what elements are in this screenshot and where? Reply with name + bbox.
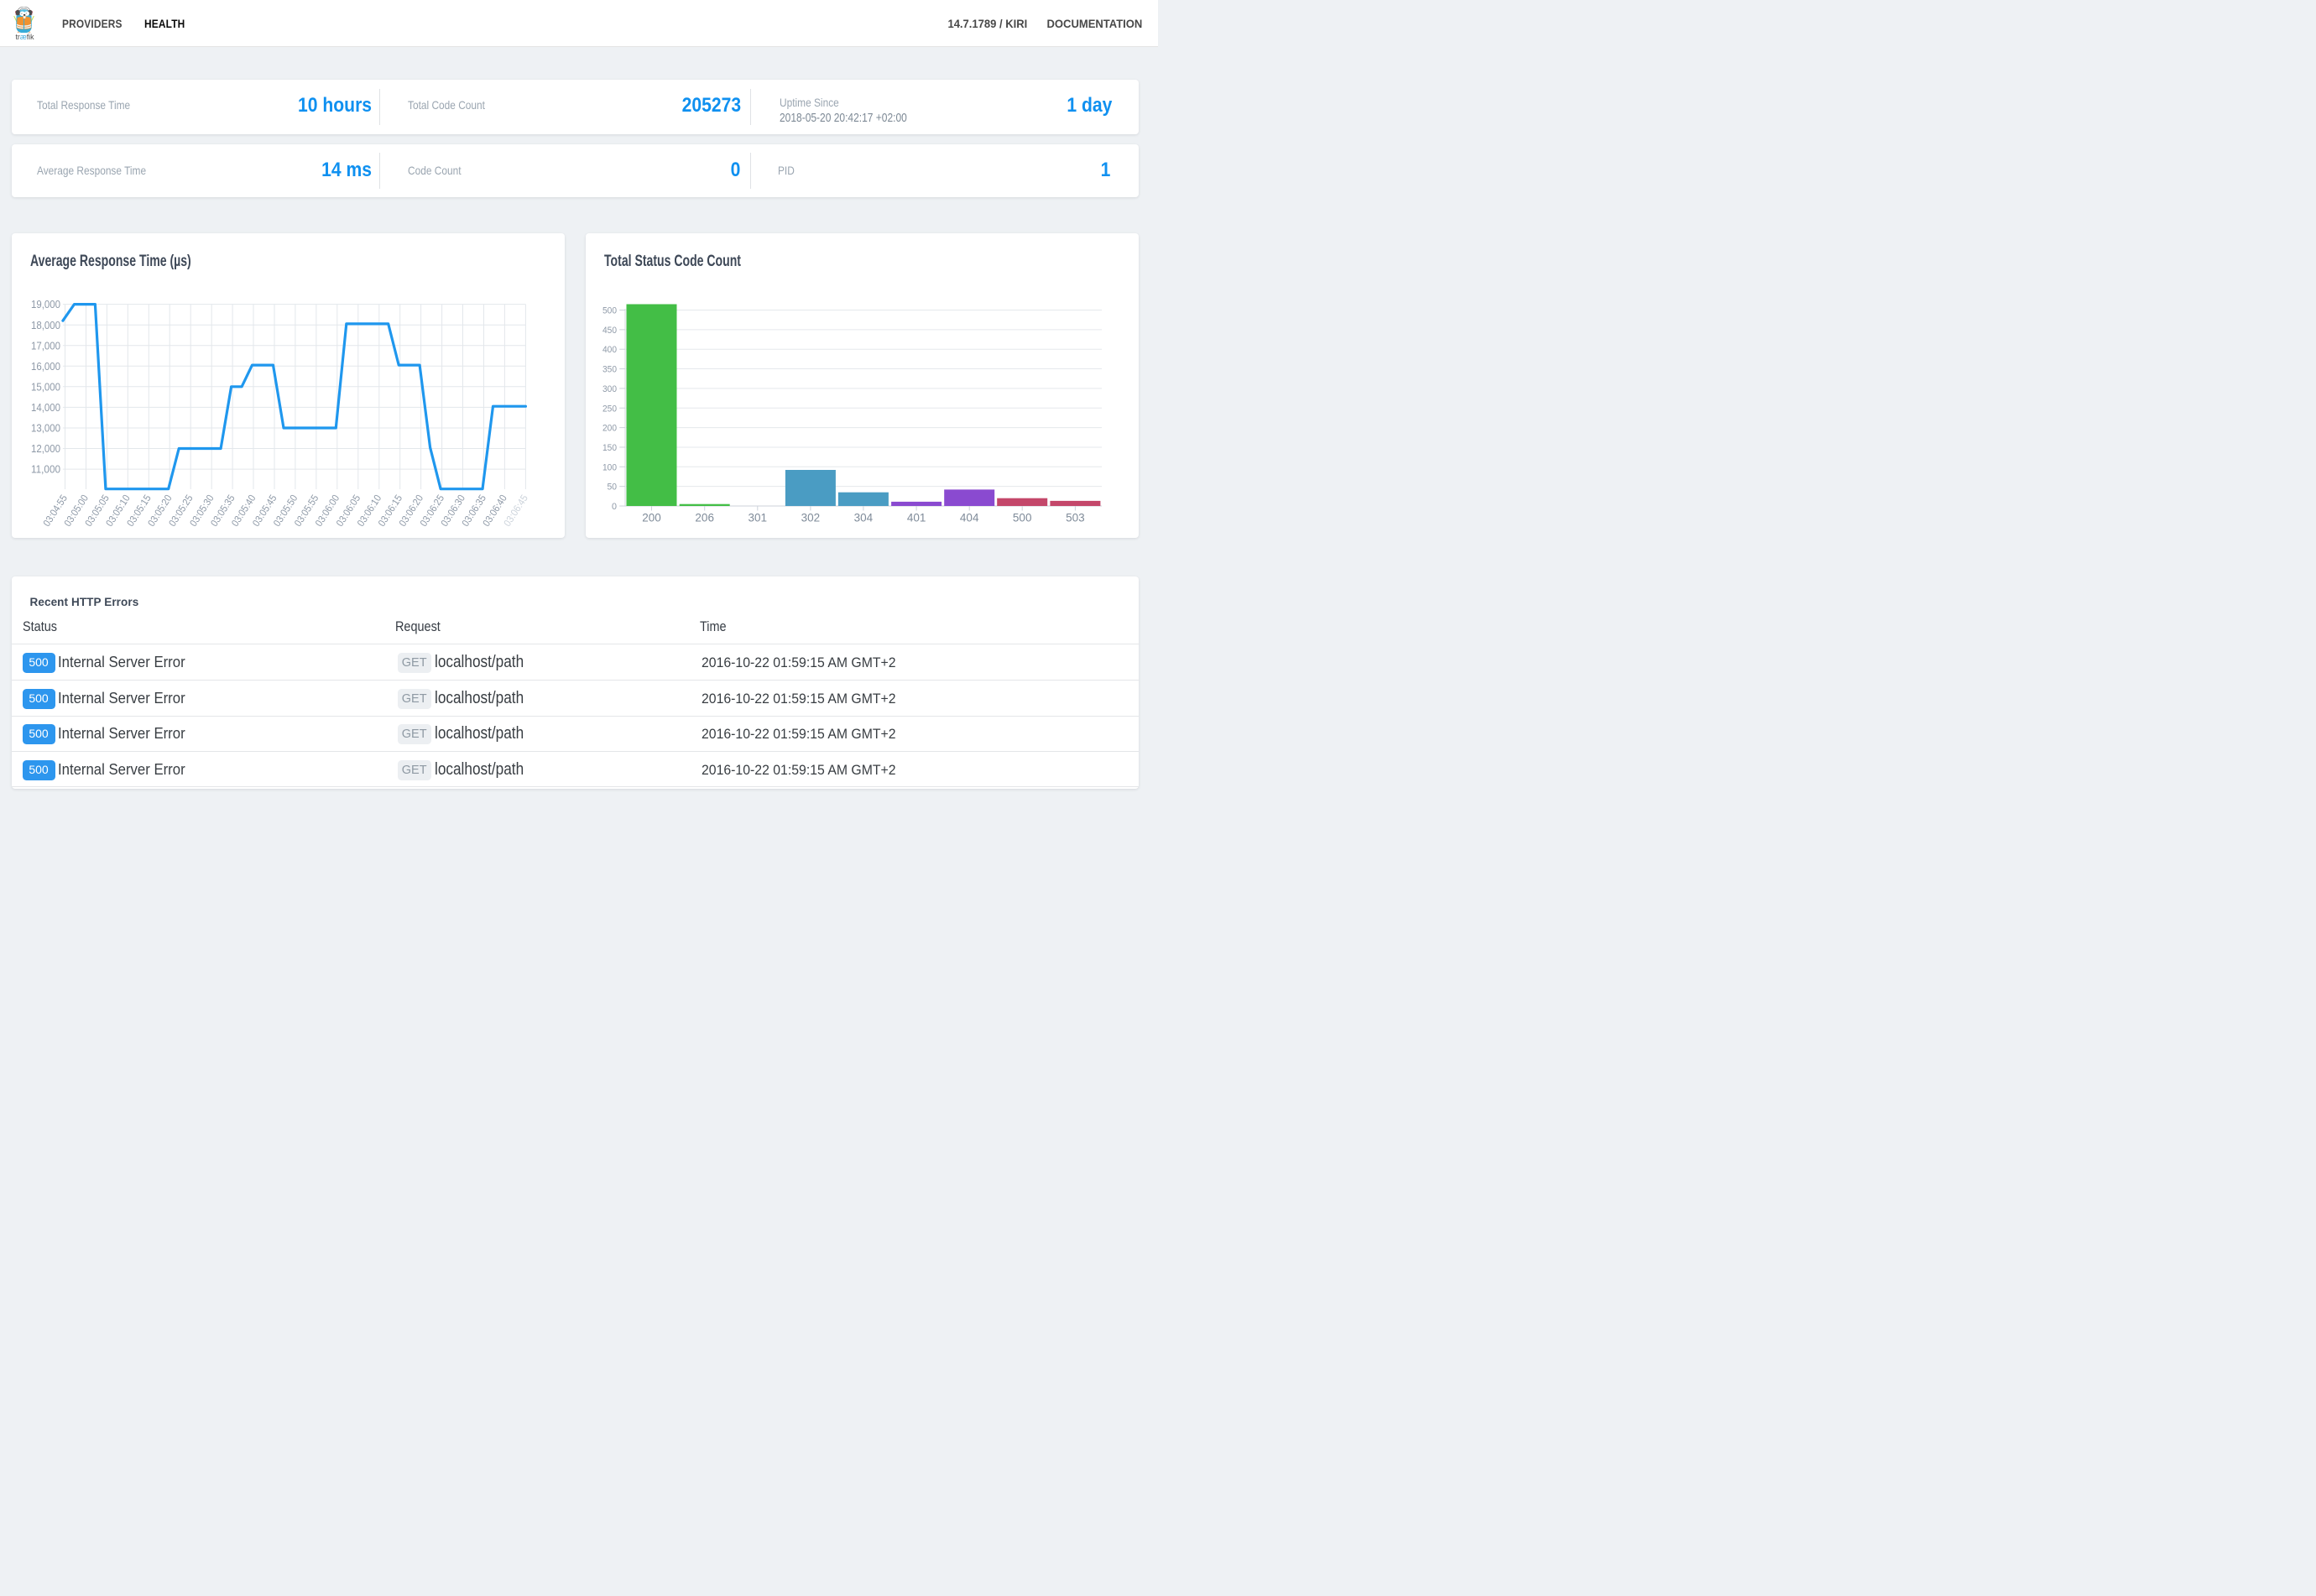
svg-text:100: 100 [602,462,617,472]
svg-text:17,000: 17,000 [31,339,60,352]
svg-text:13,000: 13,000 [31,422,60,435]
svg-text:12,000: 12,000 [31,442,60,455]
svg-text:400: 400 [602,345,617,355]
svg-text:450: 450 [602,326,617,336]
svg-text:404: 404 [960,511,979,524]
svg-text:50: 50 [608,482,618,493]
svg-text:250: 250 [602,404,617,414]
svg-text:304: 304 [854,511,874,524]
svg-text:206: 206 [695,511,714,524]
svg-text:15,000: 15,000 [31,380,60,393]
svg-text:11,000: 11,000 [31,463,60,476]
svg-text:401: 401 [907,511,926,524]
svg-text:0: 0 [612,502,617,512]
svg-text:200: 200 [642,511,661,524]
svg-text:301: 301 [749,511,768,524]
svg-text:16,000: 16,000 [31,360,60,373]
svg-text:200: 200 [602,424,617,434]
svg-text:18,000: 18,000 [31,319,60,331]
svg-text:500: 500 [1013,511,1032,524]
svg-text:150: 150 [602,443,617,453]
svg-text:350: 350 [602,365,617,375]
svg-text:19,000: 19,000 [31,298,60,310]
svg-text:302: 302 [801,511,821,524]
svg-text:500: 500 [602,306,617,316]
svg-text:503: 503 [1066,511,1085,524]
svg-text:300: 300 [602,384,617,394]
svg-text:14,000: 14,000 [31,401,60,414]
